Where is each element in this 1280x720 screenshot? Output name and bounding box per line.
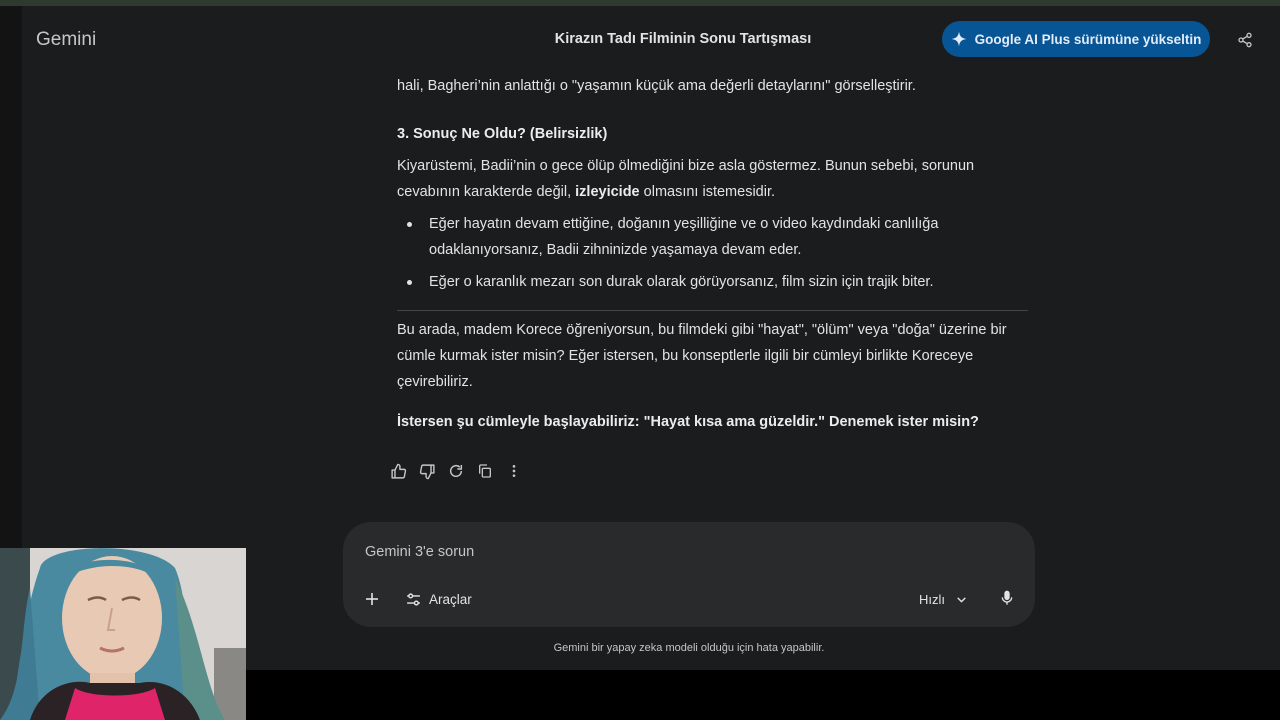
bullet-dot — [407, 280, 412, 285]
webcam-person-image — [0, 548, 246, 720]
section-heading: 3. Sonuç Ne Oldu? (Belirsizlik) — [397, 126, 608, 142]
share-button[interactable] — [1233, 28, 1257, 52]
sparkle-icon — [951, 31, 966, 47]
response-closing: İstersen şu cümleyle başlayabiliriz: "Ha… — [397, 414, 979, 430]
more-vert-icon — [512, 465, 516, 477]
microphone-button[interactable] — [995, 586, 1019, 610]
upgrade-button[interactable]: Google AI Plus sürümüne yükseltin — [942, 21, 1210, 57]
add-attachment-button[interactable] — [361, 588, 383, 610]
response-actions — [388, 461, 524, 491]
model-speed-selector[interactable]: Hızlı — [919, 587, 968, 611]
upgrade-button-label: Google AI Plus sürümüne yükseltin — [974, 31, 1202, 47]
tools-button-label: Araçlar — [429, 591, 472, 607]
tools-icon — [407, 592, 420, 606]
copy-button[interactable] — [475, 461, 495, 481]
prompt-composer: Araçlar Hızlı — [343, 522, 1035, 627]
regenerate-button[interactable] — [446, 461, 466, 481]
brand-logo[interactable]: Gemini — [36, 29, 96, 51]
model-speed-label: Hızlı — [919, 591, 945, 607]
list-item-text: Eğer o karanlık mezarı son durak olarak … — [429, 269, 1029, 295]
response-paragraph-line: çevirebiliriz. — [397, 374, 473, 390]
more-options-button[interactable] — [504, 461, 524, 481]
copy-icon — [479, 464, 491, 478]
thumbs-up-button[interactable] — [388, 461, 408, 481]
text-run: cevabının karakterde değil, — [397, 184, 576, 200]
disclaimer-text: Gemini bir yapay zeka modeli olduğu için… — [553, 642, 825, 654]
text-run: olmasını istemesidir. — [639, 184, 776, 200]
response-paragraph-line: cümle kurmak ister misin? Eğer istersen,… — [397, 348, 974, 364]
tools-button[interactable]: Araçlar — [405, 587, 472, 611]
thumbs-down-icon — [419, 463, 435, 479]
webcam-overlay — [0, 548, 246, 720]
plus-icon — [366, 593, 378, 605]
section-divider — [397, 310, 1028, 311]
refresh-icon — [449, 464, 463, 478]
chevron-down-icon — [957, 596, 966, 603]
response-paragraph-line: cevabının karakterde değil, izleyicide o… — [397, 179, 1037, 205]
mic-icon — [1001, 590, 1013, 605]
prompt-input[interactable] — [363, 538, 1007, 566]
response-paragraph-line: Bu arada, madem Korece öğreniyorsun, bu … — [397, 322, 1007, 338]
thumbs-up-icon — [390, 463, 406, 479]
list-item-line: odaklanıyorsanız, Badii zihninizde yaşam… — [429, 242, 802, 258]
response-intro-line: hali, Bagheri’nin anlattığı o "yaşamın k… — [397, 78, 916, 94]
list-item-line: Eğer o karanlık mezarı son durak olarak … — [429, 274, 934, 290]
list-item-line: Eğer hayatın devam ettiğine, doğanın yeş… — [429, 216, 939, 232]
list-item-text: Eğer hayatın devam ettiğine, doğanın yeş… — [429, 211, 1029, 263]
share-icon — [1238, 32, 1252, 48]
response-paragraph-line: Kiyarüstemi, Badii’nin o gece ölüp ölmed… — [397, 158, 975, 174]
bullet-dot — [407, 222, 412, 227]
chat-title[interactable]: Kirazın Tadı Filminin Sonu Tartışması — [555, 31, 811, 47]
emphasis-text: izleyicide — [575, 184, 640, 200]
thumbs-down-button[interactable] — [417, 461, 437, 481]
